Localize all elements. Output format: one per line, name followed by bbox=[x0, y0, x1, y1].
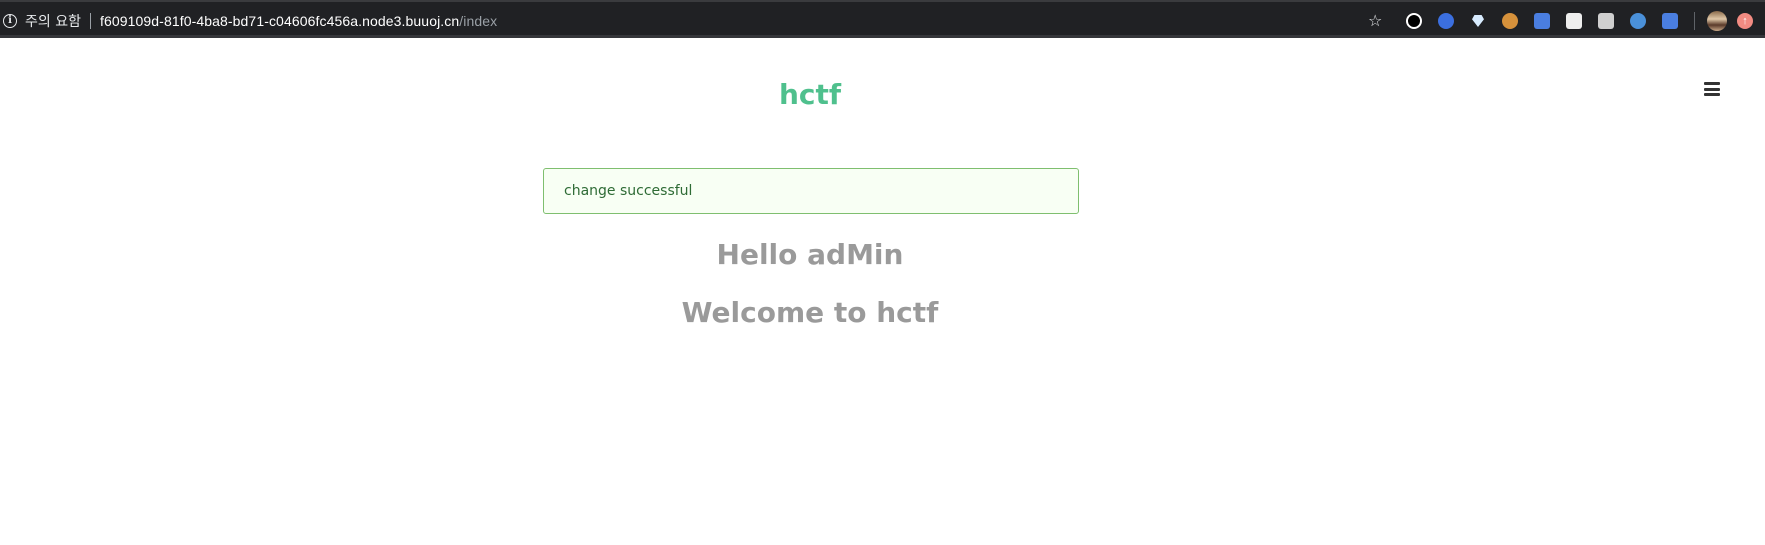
url-path: /index bbox=[459, 13, 498, 29]
translate-icon[interactable] bbox=[1534, 13, 1550, 29]
avatar[interactable] bbox=[1707, 11, 1727, 31]
diamond-icon[interactable] bbox=[1470, 13, 1486, 29]
site-title[interactable]: hctf bbox=[0, 78, 1620, 111]
welcome-heading: Welcome to hctf bbox=[681, 296, 939, 329]
record-icon[interactable] bbox=[1406, 13, 1422, 29]
bookmark-icon[interactable] bbox=[1438, 13, 1454, 29]
hamburger-menu-icon[interactable] bbox=[1704, 82, 1720, 96]
security-warning[interactable]: 주의 요함 bbox=[25, 11, 81, 31]
omnibox-divider bbox=[89, 13, 91, 29]
extensions-toolbar: ↑ bbox=[1406, 11, 1753, 31]
document-icon[interactable] bbox=[1566, 13, 1582, 29]
greeting-heading: Hello adMin bbox=[716, 238, 904, 271]
update-icon[interactable]: ↑ bbox=[1737, 13, 1753, 29]
menu-line bbox=[1704, 93, 1720, 96]
star-icon[interactable]: ☆ bbox=[1368, 11, 1382, 30]
cookie-icon[interactable] bbox=[1502, 13, 1518, 29]
browser-toolbar: i 주의 요함 f609109d-81f0-4ba8-bd71-c04606fc… bbox=[0, 0, 1765, 38]
info-icon[interactable]: i bbox=[3, 14, 17, 28]
omnibox[interactable]: i 주의 요함 f609109d-81f0-4ba8-bd71-c04606fc… bbox=[0, 9, 497, 33]
menu-line bbox=[1704, 87, 1720, 91]
doc-search-icon[interactable] bbox=[1662, 13, 1678, 29]
toolbar-bottom-border bbox=[0, 35, 1765, 38]
address-bar-url[interactable]: f609109d-81f0-4ba8-bd71-c04606fc456a.nod… bbox=[100, 13, 497, 29]
url-host: f609109d-81f0-4ba8-bd71-c04606fc456a.nod… bbox=[99, 13, 460, 29]
globe-icon[interactable] bbox=[1630, 13, 1646, 29]
printer-icon[interactable] bbox=[1598, 13, 1614, 29]
menu-line bbox=[1704, 82, 1720, 85]
success-alert: change successful bbox=[543, 168, 1079, 214]
toolbar-divider bbox=[1694, 12, 1695, 30]
